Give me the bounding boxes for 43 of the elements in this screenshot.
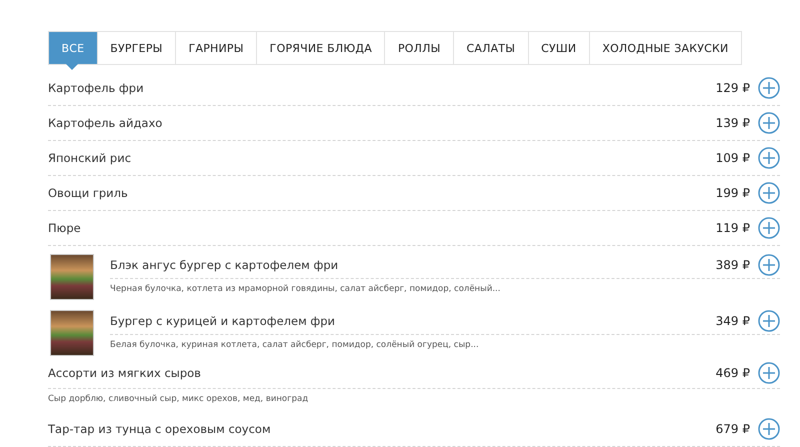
dish-name: Бургер с курицей и картофелем фри	[110, 314, 336, 328]
photo-placeholder	[50, 310, 94, 356]
plus-icon	[758, 182, 780, 204]
dish-name: Японский рис	[48, 151, 132, 165]
plus-icon	[758, 418, 780, 440]
add-button[interactable]	[758, 217, 780, 239]
dish-description: Сыр дорблю, сливочный сыр, микс орехов, мед, виноград	[48, 393, 310, 406]
add-button[interactable]	[758, 310, 780, 332]
dish-name: Блэк ангус бургер с картофелем фри	[110, 258, 340, 272]
dish-price: 469 ₽	[716, 366, 750, 380]
category-tab[interactable]: ГОРЯЧИЕ БЛЮДА	[256, 32, 384, 64]
dish-price: 129 ₽	[716, 81, 750, 95]
add-button[interactable]	[758, 182, 780, 204]
add-button[interactable]	[758, 147, 780, 169]
dish-name: Тар-тар из тунца с ореховым соусом	[48, 422, 272, 436]
plus-icon	[758, 147, 780, 169]
dish-price: 119 ₽	[716, 221, 750, 235]
dish-name: Пюре	[48, 221, 82, 235]
dish-price: 389 ₽	[716, 258, 750, 272]
dish-price: 679 ₽	[716, 422, 750, 436]
dish-price: 349 ₽	[716, 314, 750, 328]
plus-icon	[758, 217, 780, 239]
dish-name: Картофель фри	[48, 81, 145, 95]
dish-name: Ассорти из мягких сыров	[48, 366, 202, 380]
plus-icon	[758, 112, 780, 134]
add-button[interactable]	[758, 362, 780, 384]
dish-name: Овощи гриль	[48, 186, 129, 200]
dish-price: 199 ₽	[716, 186, 750, 200]
photo-placeholder	[50, 254, 94, 300]
add-button[interactable]	[758, 112, 780, 134]
dish-description: Черная булочка, котлета из мраморной говядины, салат айсберг, помидор, солёный...	[110, 283, 502, 296]
dish-price: 139 ₽	[716, 116, 750, 130]
plus-icon	[758, 362, 780, 384]
plus-icon	[758, 77, 780, 99]
tab-pointer-icon	[66, 64, 78, 70]
add-button[interactable]	[758, 418, 780, 440]
dish-name: Картофель айдахо	[48, 116, 164, 130]
add-button[interactable]	[758, 77, 780, 99]
dish-price: 109 ₽	[716, 151, 750, 165]
dish-description: Белая булочка, куриная котлета, салат айсберг, помидор, солёный огурец, сыр...	[110, 339, 480, 352]
plus-icon	[758, 310, 780, 332]
add-button[interactable]	[758, 254, 780, 276]
plus-icon	[758, 254, 780, 276]
